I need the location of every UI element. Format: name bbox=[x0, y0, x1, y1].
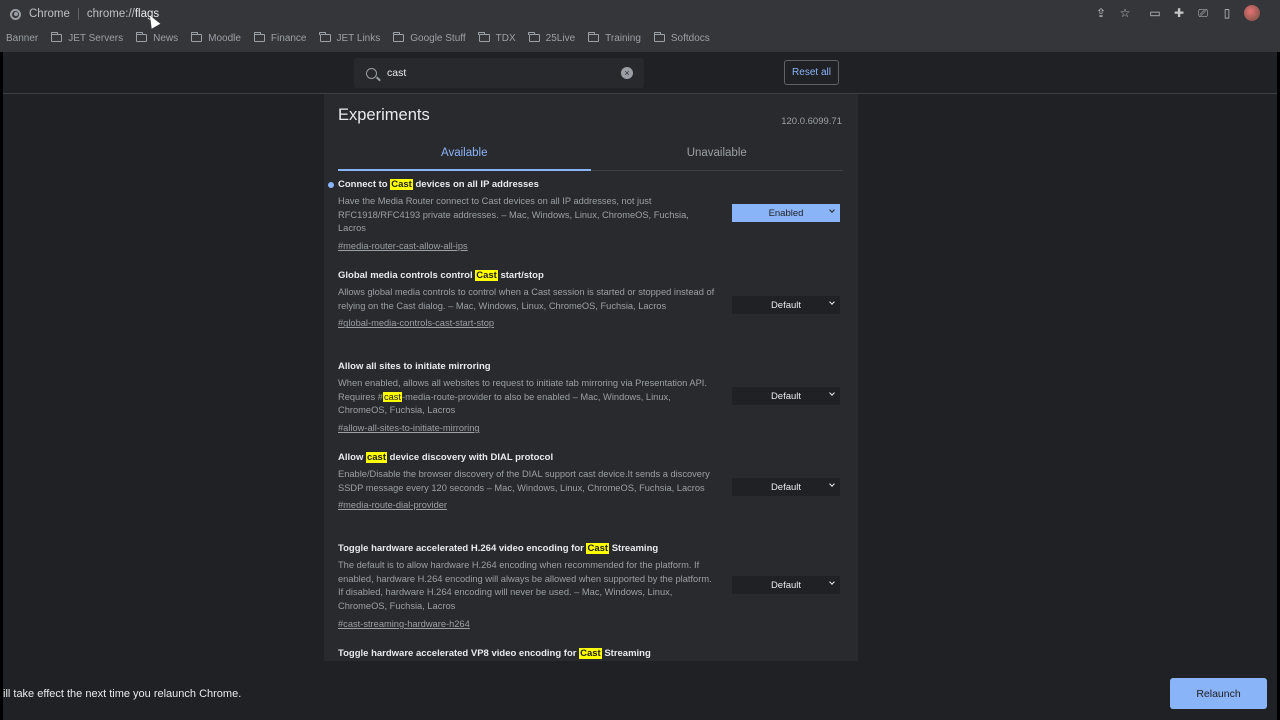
reset-all-button[interactable]: Reset all bbox=[784, 60, 839, 85]
chevron-down-icon bbox=[829, 299, 835, 305]
star-icon[interactable]: ☆ bbox=[1118, 6, 1132, 20]
profile-avatar[interactable] bbox=[1244, 5, 1260, 21]
bookmark-folder-moodle[interactable]: Moodle bbox=[190, 32, 241, 44]
chevron-down-icon bbox=[829, 579, 835, 585]
experiment-item: Toggle hardware accelerated VP8 video en… bbox=[338, 648, 843, 661]
experiment-title: Global media controls control Cast start… bbox=[338, 270, 544, 281]
experiment-select[interactable]: Default bbox=[732, 387, 840, 405]
experiment-permalink[interactable]: #allow-all-sites-to-initiate-mirroring bbox=[338, 423, 480, 433]
folder-icon bbox=[587, 32, 600, 42]
omnibox[interactable]: Chrome chrome:// flags bbox=[10, 4, 159, 24]
experiment-title: Toggle hardware accelerated VP8 video en… bbox=[338, 648, 651, 659]
omnibox-divider bbox=[77, 8, 79, 20]
experiment-title: Connect to Cast devices on all IP addres… bbox=[338, 179, 539, 190]
experiment-select[interactable]: Default bbox=[732, 478, 840, 496]
folder-icon bbox=[392, 32, 405, 42]
bookmark-label: Google Stuff bbox=[410, 32, 466, 44]
bookmark-label: News bbox=[153, 32, 179, 44]
bookmark-label: Banner bbox=[6, 32, 39, 44]
bookmark-label: Finance bbox=[270, 32, 307, 44]
experiment-description: Enable/Disable the browser discovery of … bbox=[338, 469, 710, 493]
experiment-title: Allow cast device discovery with DIAL pr… bbox=[338, 452, 554, 463]
bookmark-folder-google-stuff[interactable]: Google Stuff bbox=[392, 32, 466, 44]
experiment-title: Allow all sites to initiate mirroring bbox=[338, 361, 491, 372]
experiment-item: Toggle hardware accelerated H.264 video … bbox=[338, 543, 843, 632]
cast-icon[interactable]: ▭ bbox=[1148, 6, 1162, 20]
folder-icon bbox=[50, 32, 63, 42]
omnibox-app-name: Chrome bbox=[29, 8, 70, 20]
experiment-select[interactable]: Enabled bbox=[732, 204, 840, 222]
experiment-description: Have the Media Router connect to Cast de… bbox=[338, 196, 689, 234]
folder-icon bbox=[528, 32, 540, 42]
experiment-permalink[interactable]: #media-route-dial-provider bbox=[338, 500, 447, 510]
bookmark-folder-finance[interactable]: Finance bbox=[253, 32, 307, 44]
extensions-icon[interactable]: ✚ bbox=[1172, 6, 1186, 20]
experiment-permalink[interactable]: #global-media-controls-cast-start-stop bbox=[338, 318, 494, 328]
browser-toolbar: Chrome chrome:// flags ⇪ ☆ ▭ ✚ ⎚ ▯ Banne… bbox=[0, 0, 1280, 52]
bookmark-label: Training bbox=[605, 32, 641, 44]
bookmark-folder-training[interactable]: Training bbox=[587, 32, 641, 44]
clear-search-icon[interactable]: × bbox=[621, 67, 633, 79]
flags-header: × Reset all bbox=[3, 52, 1277, 94]
omnibox-url-scheme: chrome:// bbox=[86, 8, 135, 20]
relaunch-button[interactable]: Relaunch bbox=[1170, 678, 1267, 709]
bookmark-label: 25Live bbox=[545, 32, 576, 44]
tab-bar: Available Unavailable bbox=[338, 140, 843, 171]
chevron-down-icon bbox=[829, 390, 835, 396]
chrome-icon bbox=[10, 8, 21, 20]
experiment-description: Allows global media controls to control … bbox=[338, 287, 715, 311]
chevron-down-icon bbox=[829, 481, 835, 487]
version-label: 120.0.6099.71 bbox=[781, 116, 842, 127]
bookmark-folder-news[interactable]: News bbox=[135, 32, 179, 44]
bookmark-banner[interactable]: Banner bbox=[6, 33, 38, 44]
experiment-permalink[interactable]: #media-router-cast-allow-all-ips bbox=[338, 241, 468, 251]
side-panel-icon[interactable]: ▯ bbox=[1220, 6, 1234, 20]
bookmark-folder-tdx[interactable]: TDX bbox=[478, 32, 516, 44]
chevron-down-icon bbox=[829, 207, 835, 213]
experiment-item: Allow all sites to initiate mirroring Wh… bbox=[338, 361, 843, 436]
bookmarks-bar: Banner JET Servers News Moodle Finance J… bbox=[6, 31, 723, 45]
folder-icon bbox=[135, 32, 148, 42]
search-icon bbox=[366, 67, 377, 79]
bookmark-folder-25live[interactable]: 25Live bbox=[528, 32, 576, 44]
experiment-item: Global media controls control Cast start… bbox=[338, 270, 843, 331]
bookmark-label: JET Servers bbox=[68, 32, 124, 44]
folder-icon bbox=[190, 32, 203, 42]
bookmark-label: TDX bbox=[495, 32, 516, 44]
relaunch-message: ill take effect the next time you relaun… bbox=[3, 688, 242, 700]
experiments-panel: Experiments 120.0.6099.71 Available Unav… bbox=[324, 94, 858, 661]
bookmark-folder-jet-links[interactable]: JET Links bbox=[319, 32, 381, 44]
experiment-permalink[interactable]: #cast-streaming-hardware-h264 bbox=[338, 619, 470, 629]
experiment-description: When enabled, allows all websites to req… bbox=[338, 378, 707, 416]
experiment-item: Connect to Cast devices on all IP addres… bbox=[328, 179, 843, 254]
bookmark-label: Softdocs bbox=[670, 32, 710, 44]
bookmark-label: JET Links bbox=[336, 32, 381, 44]
modified-indicator bbox=[328, 182, 334, 188]
search-box[interactable]: × bbox=[354, 58, 644, 88]
experiment-select[interactable]: Default bbox=[732, 576, 840, 594]
folder-icon bbox=[319, 32, 331, 42]
relaunch-bar: ill take effect the next time you relaun… bbox=[3, 661, 1277, 720]
folder-icon bbox=[653, 32, 665, 42]
bookmark-label: Moodle bbox=[208, 32, 241, 44]
search-input[interactable] bbox=[387, 67, 617, 79]
bookmark-folder-softdocs[interactable]: Softdocs bbox=[653, 32, 710, 44]
window-edge-left bbox=[0, 52, 3, 720]
toolbar-actions: ⇪ ☆ ▭ ✚ ⎚ ▯ bbox=[1094, 5, 1260, 21]
tab-available[interactable]: Available bbox=[338, 140, 591, 171]
media-icon[interactable]: ⎚ bbox=[1196, 6, 1210, 20]
tab-unavailable[interactable]: Unavailable bbox=[591, 140, 844, 170]
experiment-item: Allow cast device discovery with DIAL pr… bbox=[338, 452, 843, 513]
experiment-description: The default is to allow hardware H.264 e… bbox=[338, 560, 712, 612]
share-icon[interactable]: ⇪ bbox=[1094, 6, 1108, 20]
page-title: Experiments bbox=[338, 106, 430, 124]
bookmark-folder-jet-servers[interactable]: JET Servers bbox=[50, 32, 124, 44]
folder-icon bbox=[478, 32, 490, 42]
folder-icon bbox=[253, 32, 265, 42]
experiment-select[interactable]: Default bbox=[732, 296, 840, 314]
experiment-title: Toggle hardware accelerated H.264 video … bbox=[338, 543, 659, 554]
